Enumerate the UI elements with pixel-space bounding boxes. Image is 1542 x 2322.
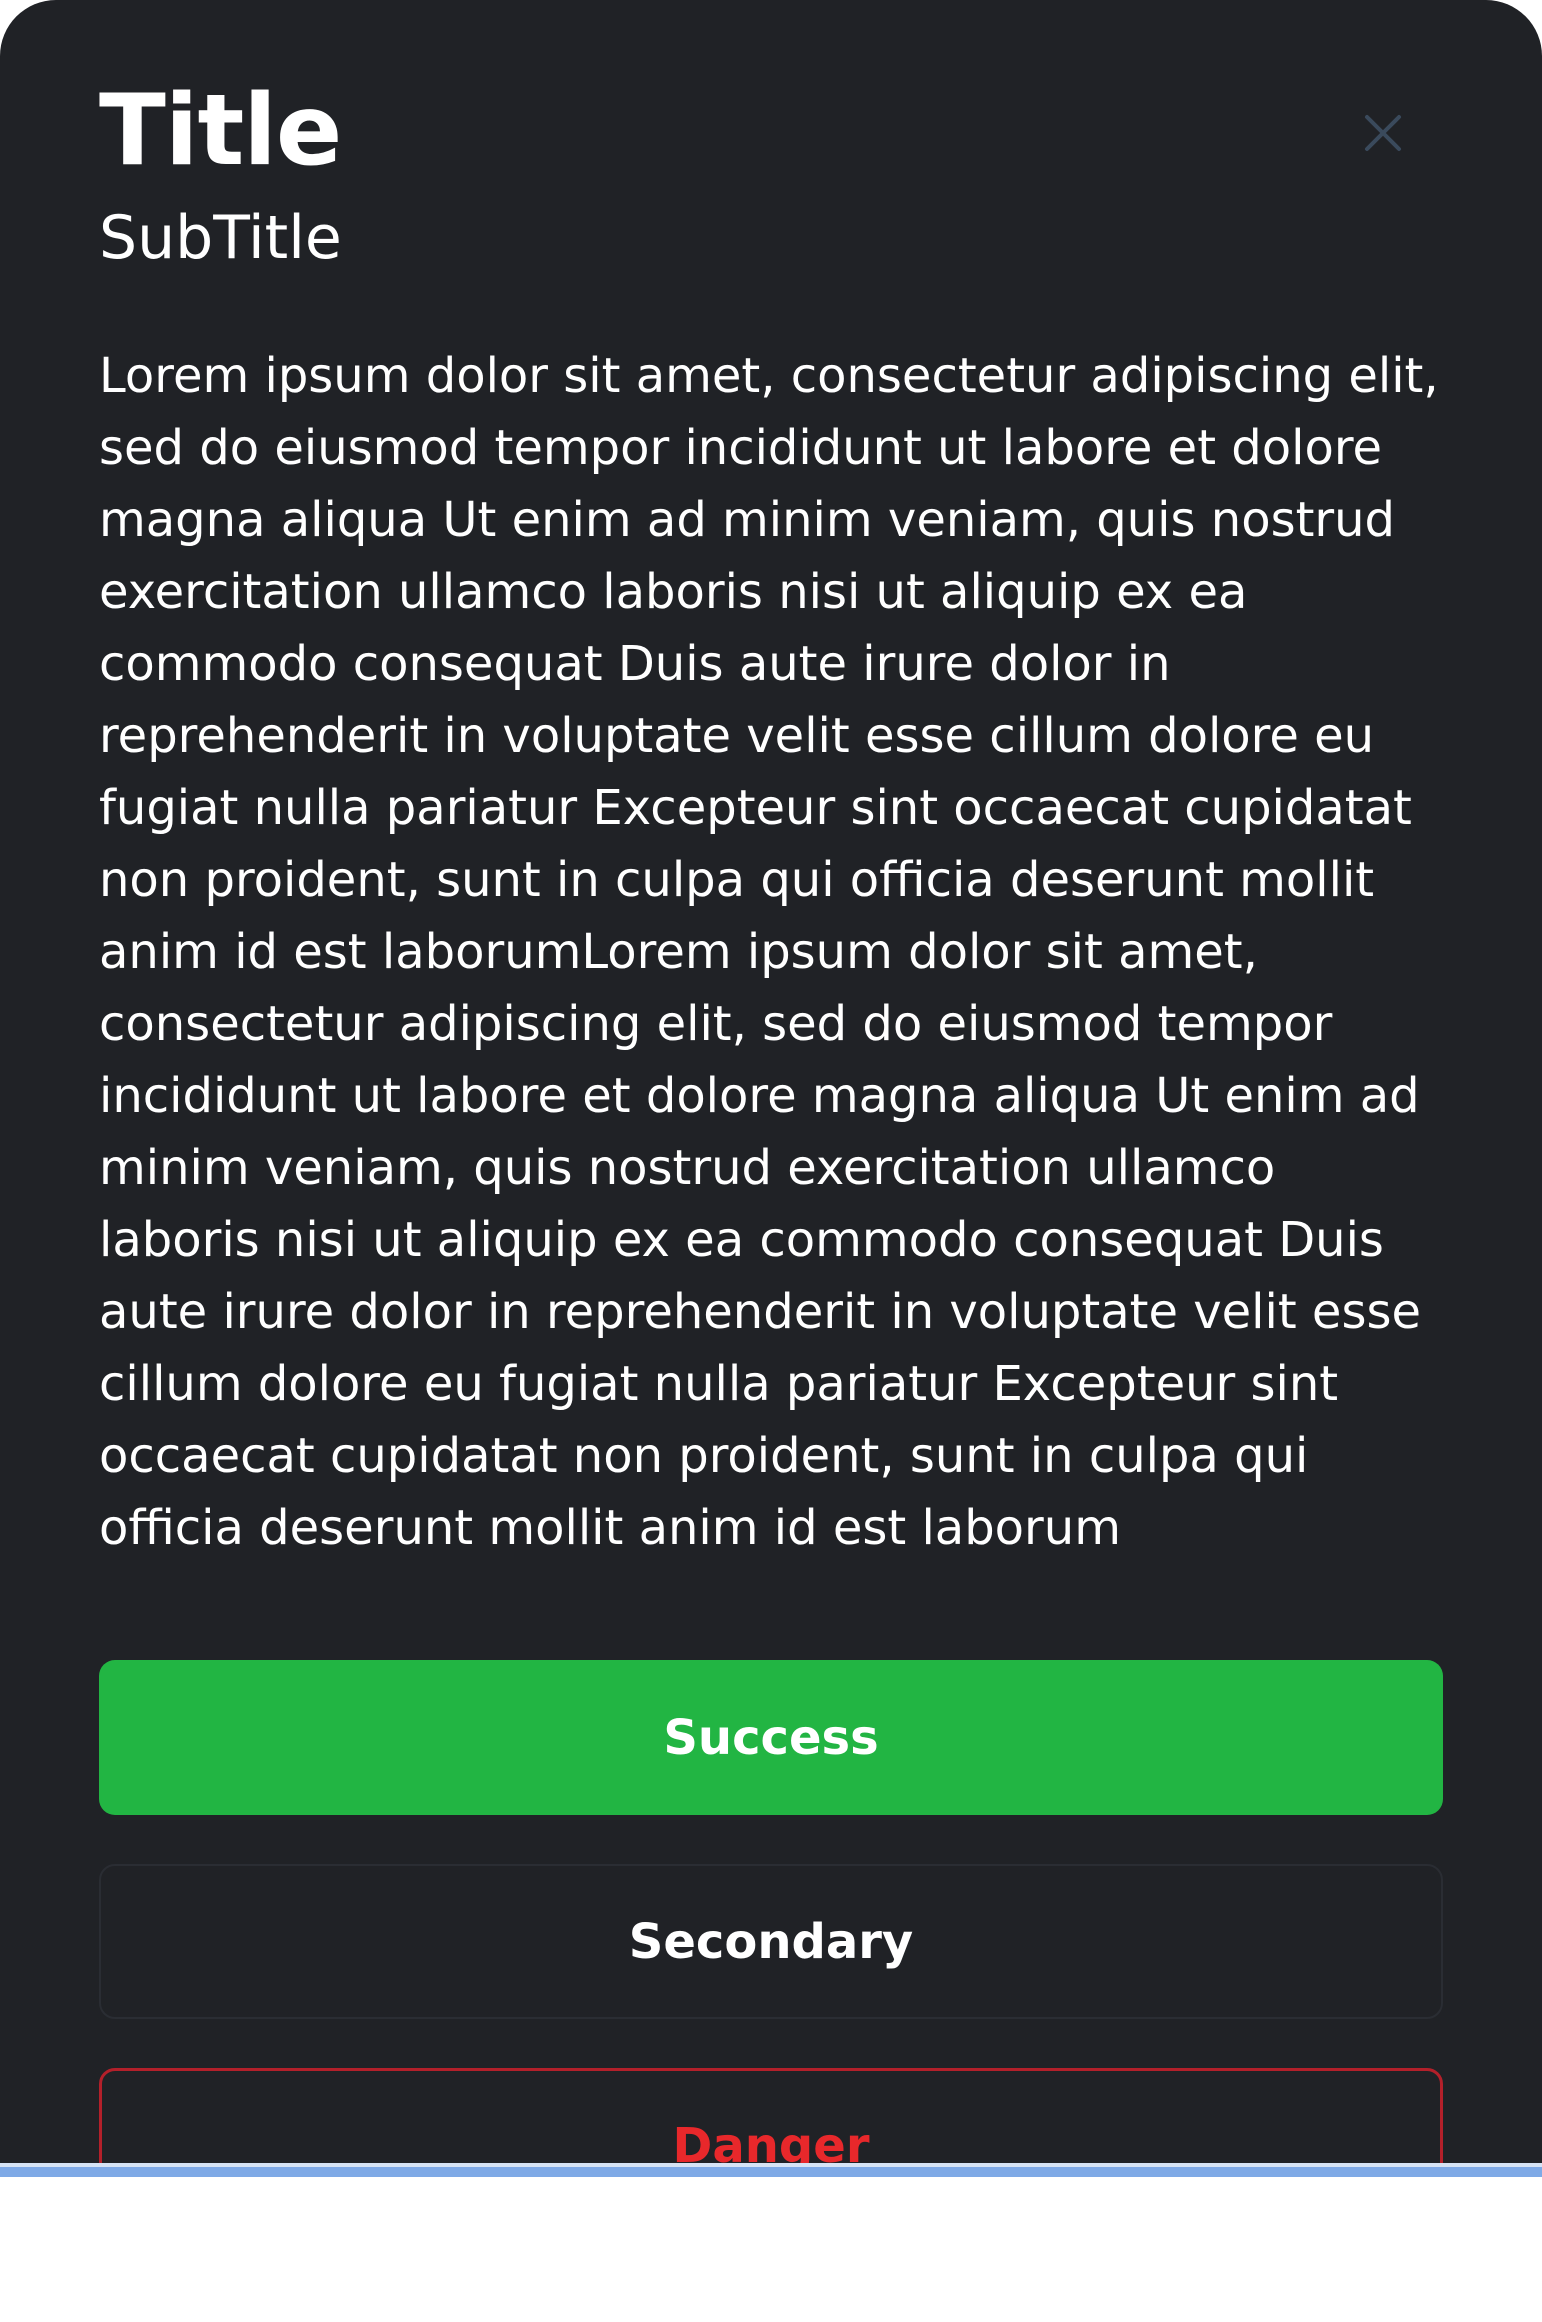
close-button[interactable] <box>1350 100 1416 166</box>
page: Title SubTitle Lorem ipsum dolor sit ame… <box>0 0 1542 2322</box>
secondary-button[interactable]: Secondary <box>99 1864 1443 2019</box>
danger-button[interactable]: Danger <box>99 2068 1443 2163</box>
dialog-sheet: Title SubTitle Lorem ipsum dolor sit ame… <box>0 0 1542 2163</box>
dialog-subtitle: SubTitle <box>99 203 342 273</box>
secondary-button-label: Secondary <box>628 1913 914 1970</box>
scroll-cutoff-divider <box>0 2163 1542 2177</box>
close-icon <box>1365 115 1401 151</box>
success-button[interactable]: Success <box>99 1660 1443 1815</box>
danger-button-label: Danger <box>672 2117 870 2164</box>
dialog-body-text: Lorem ipsum dolor sit amet, consectetur … <box>99 348 1439 1556</box>
success-button-label: Success <box>663 1709 879 1766</box>
dialog-title: Title <box>99 74 342 188</box>
